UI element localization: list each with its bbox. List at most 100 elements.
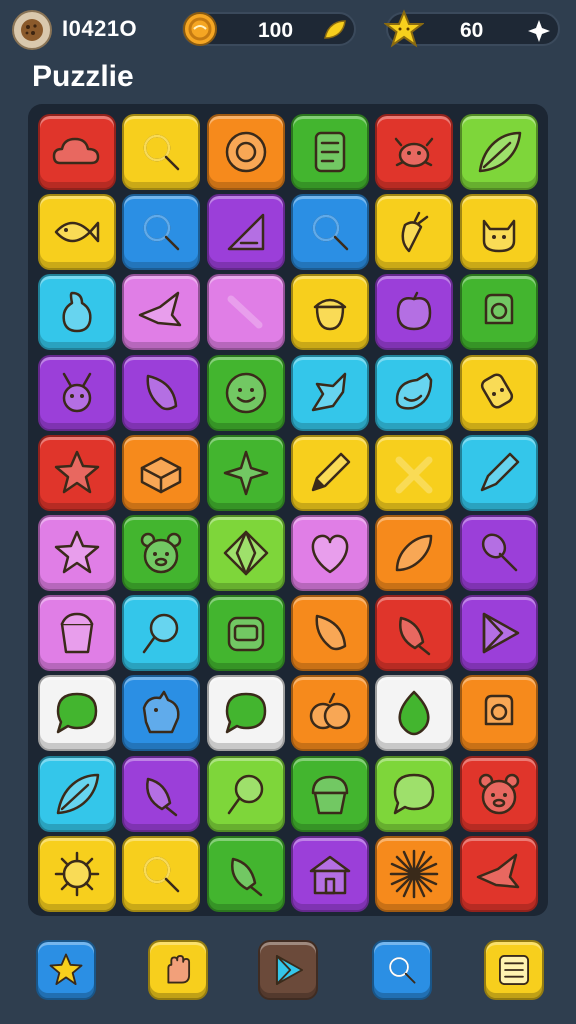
tile-r1-c4[interactable] xyxy=(290,114,369,190)
ring-icon xyxy=(484,695,513,726)
star-button[interactable] xyxy=(36,940,96,1000)
tile-r4-c2[interactable] xyxy=(122,354,201,431)
coin-value: 100 xyxy=(258,19,294,42)
brush-icon xyxy=(230,857,262,897)
tile-r5-c5[interactable] xyxy=(375,434,454,511)
robot-face-icon xyxy=(227,616,264,652)
tile-r4-c5[interactable] xyxy=(375,354,454,431)
bear-face-icon xyxy=(478,773,519,814)
tile-r10-c1[interactable] xyxy=(38,835,116,912)
tile-r1-c2[interactable] xyxy=(122,114,201,190)
tile-r3-c2[interactable] xyxy=(122,274,201,351)
play-icon xyxy=(275,955,303,985)
brush-icon xyxy=(146,777,178,816)
search-button[interactable] xyxy=(372,940,432,1000)
document-icon xyxy=(314,131,346,173)
tile-r7-c2[interactable] xyxy=(122,595,201,672)
tile-r8-c1[interactable] xyxy=(38,675,116,752)
tile-r2-c5[interactable] xyxy=(375,194,454,271)
tile-r10-c2[interactable] xyxy=(122,835,201,912)
tile-r3-c1[interactable] xyxy=(38,274,116,351)
feather-icon xyxy=(146,374,178,410)
tile-r6-c3[interactable] xyxy=(206,515,285,591)
page-title: Puzzlie xyxy=(32,60,134,93)
tile-r2-c2[interactable] xyxy=(122,194,201,271)
pear-icon xyxy=(62,292,92,333)
fish-icon xyxy=(54,221,100,243)
tile-r5-c4[interactable] xyxy=(290,434,369,511)
menu-button[interactable] xyxy=(484,940,544,1000)
cupcake-icon xyxy=(311,775,349,814)
tile-r6-c2[interactable] xyxy=(122,515,201,591)
tile-r8-c5[interactable] xyxy=(375,675,454,752)
list-icon xyxy=(499,955,529,985)
tile-r10-c6[interactable] xyxy=(459,835,538,912)
top-hud: I0421O 100 60 xyxy=(0,8,576,52)
tile-r2-c4[interactable] xyxy=(290,194,369,271)
tile-r2-c3[interactable] xyxy=(206,194,285,271)
tile-r9-c2[interactable] xyxy=(122,755,201,832)
tile-r9-c6[interactable] xyxy=(459,755,538,832)
tile-r9-c5[interactable] xyxy=(375,755,454,832)
tile-r4-c4[interactable] xyxy=(290,354,369,431)
tile-r5-c1[interactable] xyxy=(38,434,116,511)
tile-r5-c2[interactable] xyxy=(122,434,201,511)
tile-r8-c4[interactable] xyxy=(290,675,369,752)
carrot-icon xyxy=(401,211,429,253)
tile-r5-c3[interactable] xyxy=(206,434,285,511)
tile-r8-c6[interactable] xyxy=(459,675,538,752)
leaf-icon xyxy=(56,773,100,814)
tile-r4-c6[interactable] xyxy=(459,354,538,431)
sparkle-icon xyxy=(223,450,268,496)
tile-r2-c6[interactable] xyxy=(459,194,538,271)
crab-icon xyxy=(394,137,434,168)
tile-r5-c6[interactable] xyxy=(459,434,538,511)
tile-r1-c3[interactable] xyxy=(206,114,285,190)
avatar[interactable] xyxy=(12,10,52,50)
smiley-icon xyxy=(225,372,266,413)
tile-r1-c5[interactable] xyxy=(375,114,454,190)
tile-r6-c1[interactable] xyxy=(38,515,116,591)
bone-icon xyxy=(227,295,263,329)
leaf-icon xyxy=(322,18,348,46)
tile-r2-c1[interactable] xyxy=(38,194,116,271)
triangle-icon xyxy=(227,213,264,251)
chat-bubble-icon xyxy=(225,693,266,734)
tile-r10-c3[interactable] xyxy=(206,835,285,912)
tile-r7-c4[interactable] xyxy=(290,595,369,672)
hand-button[interactable] xyxy=(148,940,208,1000)
tile-r1-c6[interactable] xyxy=(459,114,538,190)
tile-r8-c2[interactable] xyxy=(122,675,201,752)
coin-counter[interactable]: 100 xyxy=(182,12,356,46)
tile-r8-c3[interactable] xyxy=(206,675,285,752)
tile-r7-c1[interactable] xyxy=(38,595,116,672)
tile-r3-c5[interactable] xyxy=(375,274,454,351)
tile-r9-c1[interactable] xyxy=(38,755,116,832)
tile-r6-c5[interactable] xyxy=(375,515,454,591)
magnifier-icon xyxy=(144,214,180,251)
tile-r7-c3[interactable] xyxy=(206,595,285,672)
tile-r1-c1[interactable] xyxy=(38,114,116,190)
tile-r10-c4[interactable] xyxy=(290,835,369,912)
tile-r4-c1[interactable] xyxy=(38,354,116,431)
star-icon xyxy=(49,953,83,985)
tile-r9-c3[interactable] xyxy=(206,755,285,832)
tile-r7-c6[interactable] xyxy=(459,595,538,672)
tile-r3-c3[interactable] xyxy=(206,274,285,351)
tile-r6-c4[interactable] xyxy=(290,515,369,591)
bottle-icon xyxy=(480,373,513,409)
tile-r7-c5[interactable] xyxy=(375,595,454,672)
bird-icon xyxy=(476,853,519,889)
tile-r10-c5[interactable] xyxy=(375,835,454,912)
tile-r6-c6[interactable] xyxy=(459,515,538,591)
tile-r3-c6[interactable] xyxy=(459,274,538,351)
star-counter[interactable]: 60 xyxy=(383,9,560,48)
tile-r9-c4[interactable] xyxy=(290,755,369,832)
tile-r3-c4[interactable] xyxy=(290,274,369,351)
play-button[interactable] xyxy=(258,940,318,1000)
cup-icon xyxy=(60,612,94,654)
dog-icon xyxy=(143,691,180,734)
gem-icon xyxy=(223,530,268,576)
tile-r4-c3[interactable] xyxy=(206,354,285,431)
magnifier-icon xyxy=(144,134,180,171)
